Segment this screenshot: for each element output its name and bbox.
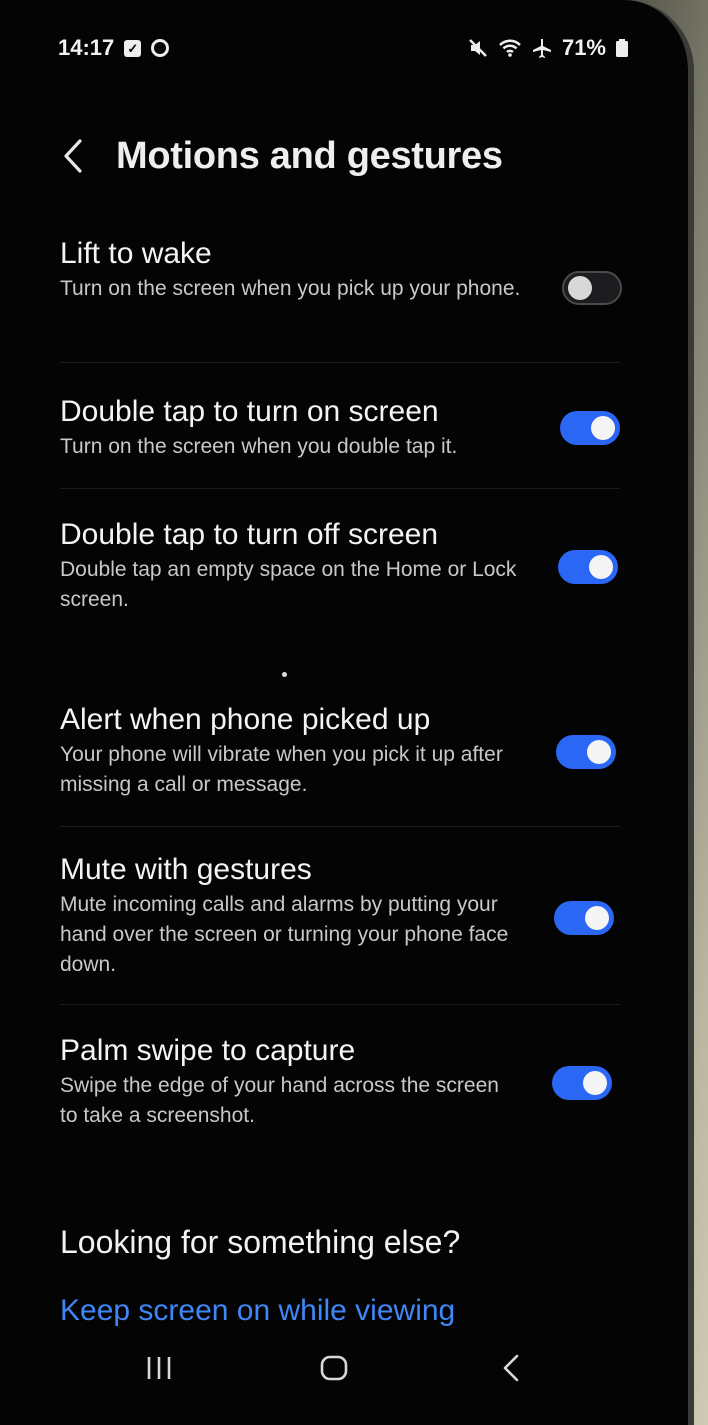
toggle-knob: [591, 416, 615, 440]
airplane-icon: [532, 38, 552, 58]
looking-for-title: Looking for something else?: [60, 1224, 461, 1260]
chevron-left-icon: [64, 139, 82, 173]
toggle-knob: [587, 740, 611, 764]
setting-description: Swipe the edge of your hand across the s…: [60, 1074, 499, 1127]
status-left: 14:17 ✓: [58, 35, 170, 61]
setting-description: Double tap an empty space on the Home or…: [60, 558, 517, 611]
back-button[interactable]: [62, 136, 92, 176]
setting-alert-picked-up[interactable]: Alert when phone picked up Your phone wi…: [60, 702, 620, 800]
setting-title: Lift to wake: [60, 237, 212, 270]
setting-lift-to-wake[interactable]: Lift to wake Turn on the screen when you…: [60, 236, 620, 304]
home-button[interactable]: [309, 1346, 359, 1390]
alert-picked-up-toggle[interactable]: [556, 735, 616, 769]
toggle-knob: [589, 555, 613, 579]
mute-icon: [468, 38, 488, 58]
setting-description: Mute incoming calls and alarms by puttin…: [60, 893, 509, 976]
scroll-dot: [282, 672, 287, 677]
recents-icon: [147, 1357, 171, 1379]
setting-description: Turn on the screen when you pick up your…: [60, 277, 521, 300]
battery-icon: [616, 39, 628, 57]
circle-notification-icon: [151, 39, 170, 57]
status-right: 71%: [468, 35, 628, 61]
setting-double-tap-off[interactable]: Double tap to turn off screen Double tap…: [60, 517, 620, 615]
setting-description: Turn on the screen when you double tap i…: [60, 435, 458, 458]
navigation-bar: [0, 1340, 688, 1400]
keep-screen-on-link[interactable]: Keep screen on while viewing: [60, 1294, 455, 1328]
setting-title: Double tap to turn off screen: [60, 518, 439, 551]
palm-swipe-toggle[interactable]: [552, 1066, 612, 1100]
setting-title: Double tap to turn on screen: [60, 395, 439, 428]
double-tap-on-toggle[interactable]: [560, 411, 620, 445]
setting-description: Your phone will vibrate when you pick it…: [60, 743, 503, 796]
battery-percent: 71%: [561, 35, 606, 60]
nav-back-button[interactable]: [486, 1346, 536, 1390]
setting-title: Alert when phone picked up: [60, 703, 431, 736]
recents-button[interactable]: [134, 1346, 184, 1390]
setting-palm-swipe[interactable]: Palm swipe to capture Swipe the edge of …: [60, 1033, 620, 1131]
divider: [60, 826, 620, 827]
mute-gestures-toggle[interactable]: [554, 901, 614, 935]
setting-title: Palm swipe to capture: [60, 1034, 356, 1067]
check-notification-icon: ✓: [124, 39, 142, 57]
status-time: 14:17: [58, 35, 115, 60]
divider: [60, 488, 620, 489]
header: Motions and gestures: [62, 128, 503, 184]
divider: [60, 362, 620, 363]
wifi-icon: [498, 38, 522, 58]
toggle-knob: [583, 1071, 607, 1095]
setting-title: Mute with gestures: [60, 853, 312, 886]
status-bar: 14:17 ✓ 71%: [58, 32, 628, 64]
lift-to-wake-toggle[interactable]: [562, 271, 622, 305]
phone-screen: 14:17 ✓ 71% Motions and gestures Lift to…: [0, 0, 694, 1425]
double-tap-off-toggle[interactable]: [558, 550, 618, 584]
page-title: Motions and gestures: [116, 134, 503, 177]
home-icon: [320, 1355, 348, 1381]
toggle-knob: [585, 906, 609, 930]
toggle-knob: [568, 276, 592, 300]
back-icon: [503, 1354, 519, 1382]
divider: [60, 1004, 620, 1005]
setting-double-tap-on[interactable]: Double tap to turn on screen Turn on the…: [60, 394, 620, 462]
setting-mute-gestures[interactable]: Mute with gestures Mute incoming calls a…: [60, 852, 620, 980]
